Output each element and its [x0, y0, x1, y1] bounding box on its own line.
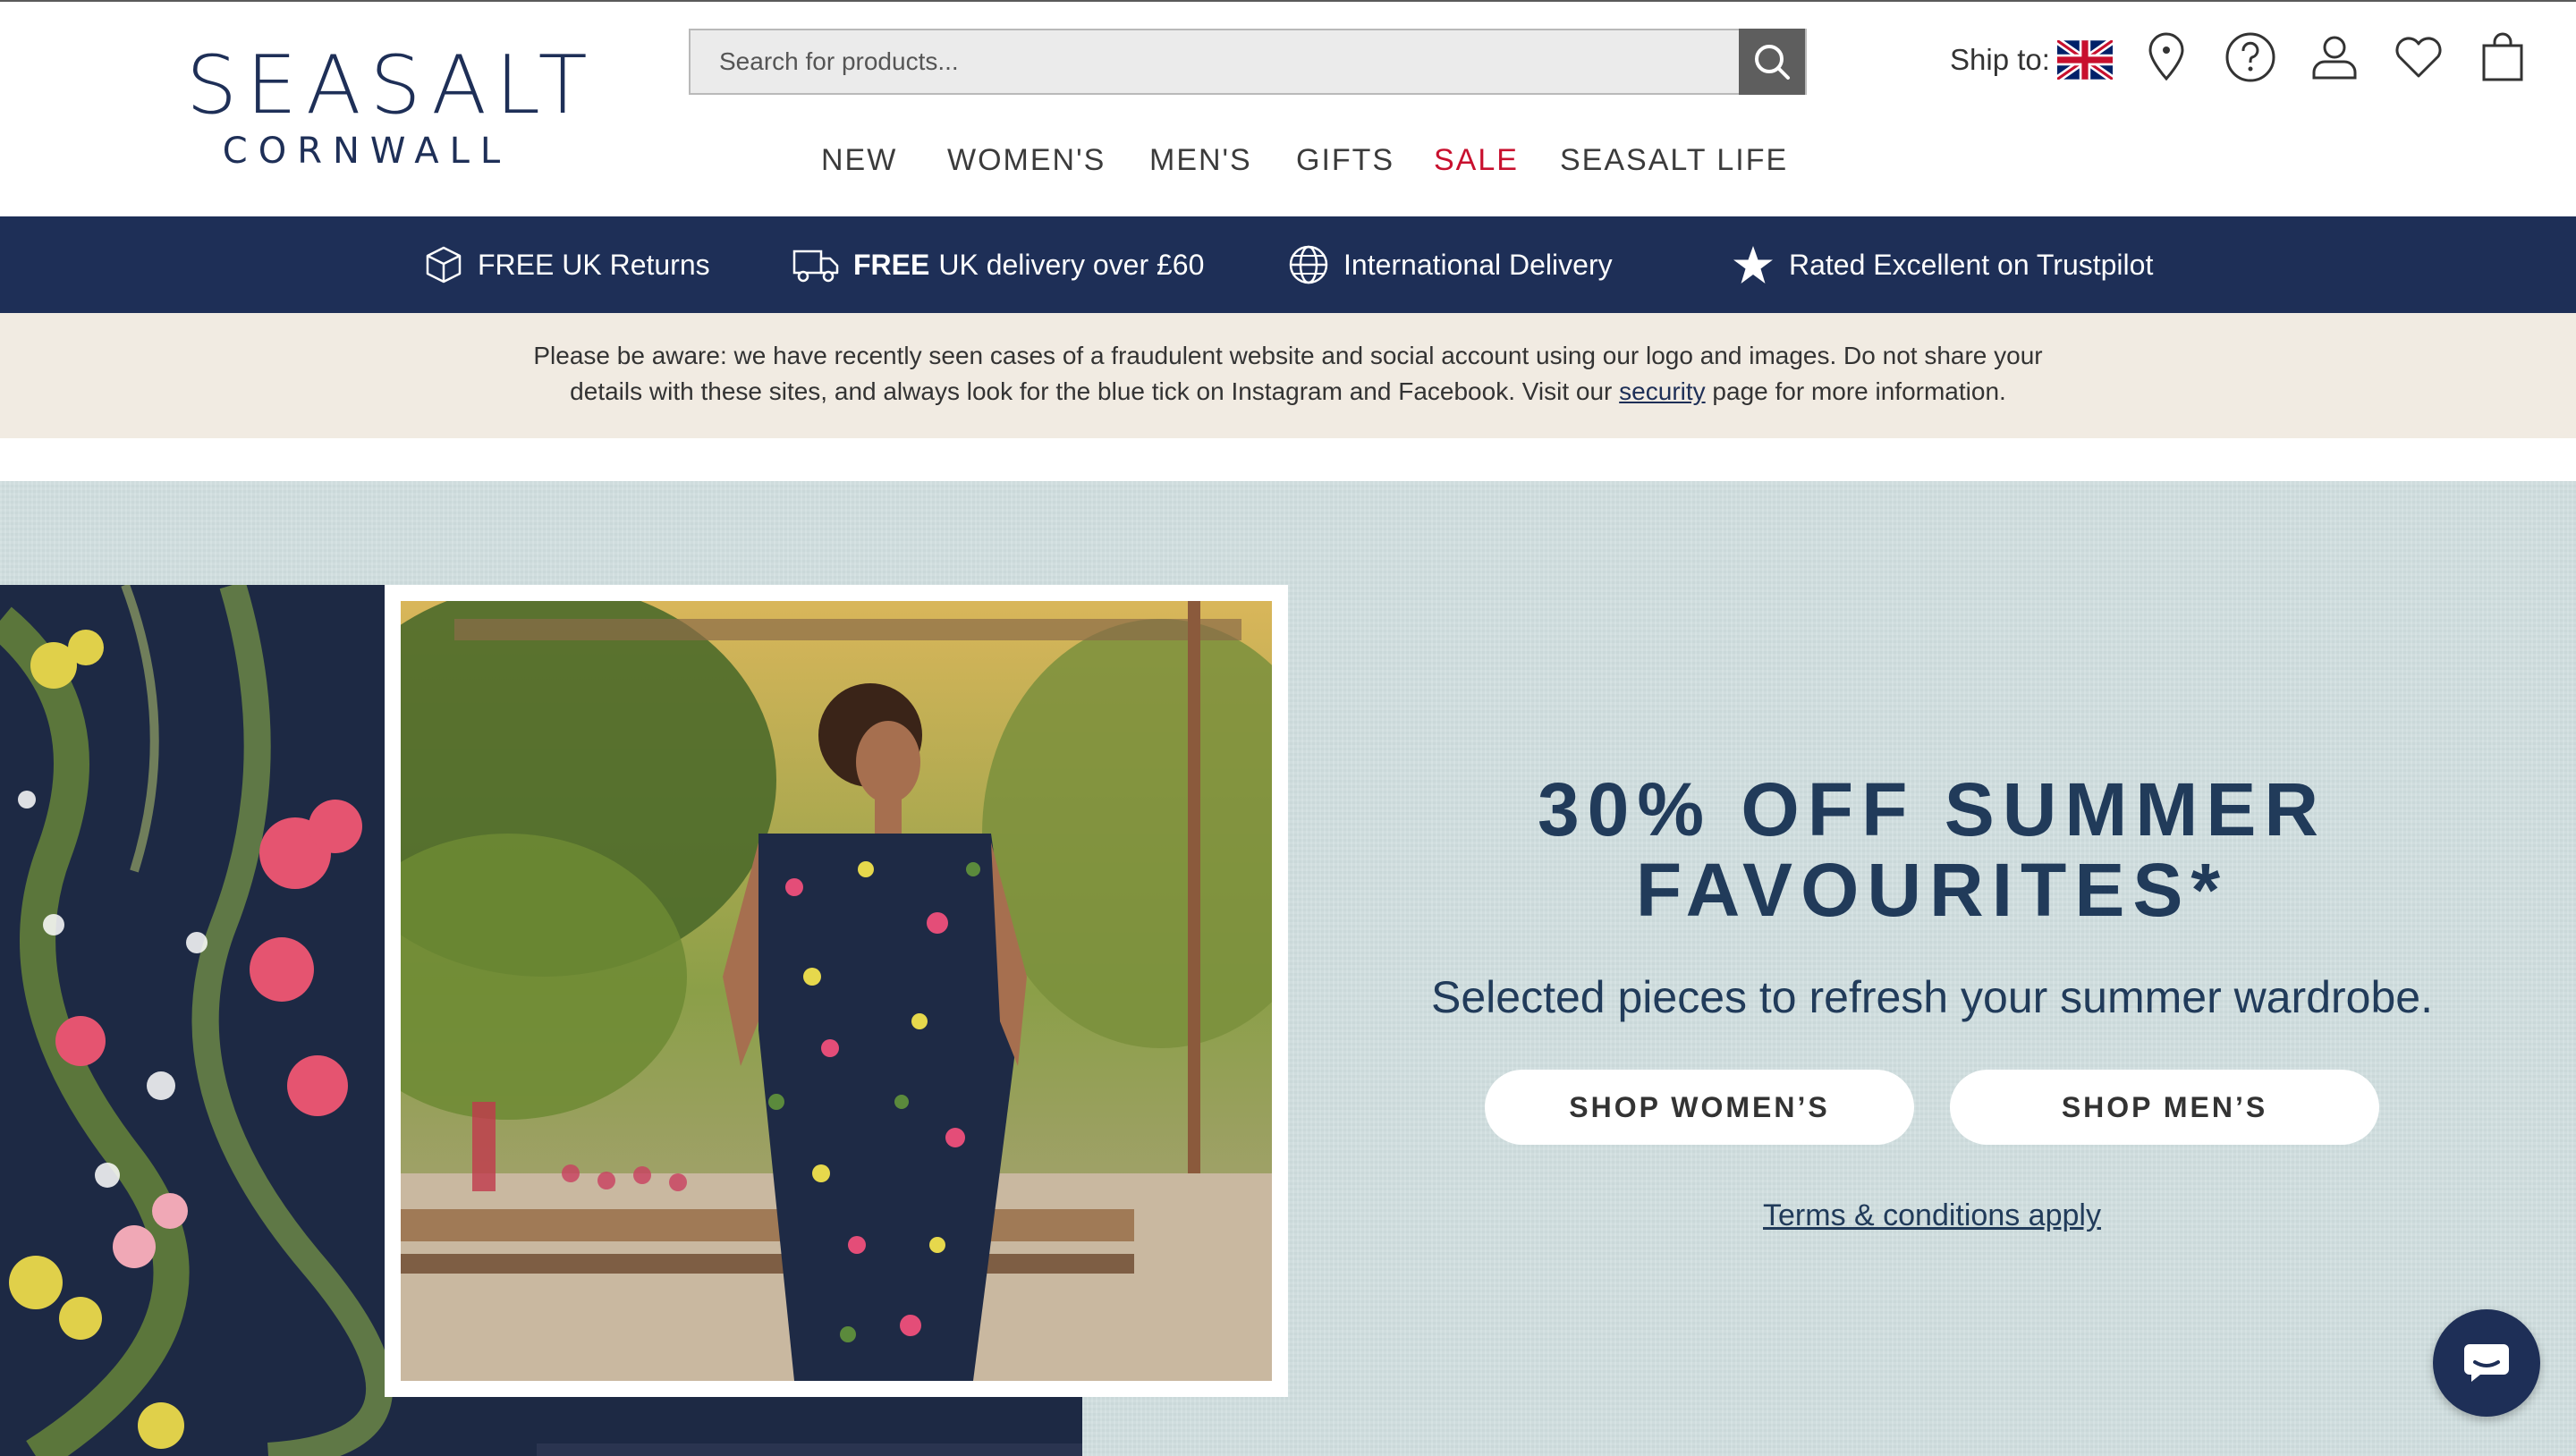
uk-flag-icon [2056, 40, 2113, 80]
wishlist-icon [2395, 37, 2442, 78]
nav-item-mens[interactable]: MEN'S [1149, 136, 1252, 184]
hero-subtitle: Selected pieces to refresh your summer w… [1431, 972, 2433, 1022]
ship-to-selector[interactable]: Ship to: [1950, 38, 2113, 82]
globe-icon [1289, 245, 1328, 284]
usp-bar: FREE UK Returns FREE UK delivery over £6… [0, 216, 2576, 313]
notice-line-2-after: page for more information. [1705, 377, 2006, 405]
nav-item-womens[interactable]: WOMEN'S [947, 136, 1106, 184]
chat-icon [2464, 1344, 2509, 1382]
chat-button[interactable] [2433, 1309, 2540, 1417]
usp-international-text: International Delivery [1343, 248, 1613, 281]
account-button[interactable] [2308, 30, 2361, 84]
truck-icon [792, 250, 839, 283]
nav-item-seasalt-life[interactable]: SEASALT LIFE [1560, 136, 1788, 184]
help-button[interactable] [2224, 30, 2277, 84]
site-header: SEASALT CORNWALL Ship to: [0, 2, 2576, 216]
usp-returns-text: FREE UK Returns [478, 248, 710, 281]
shop-mens-button[interactable]: SHOP MEN’S [1950, 1070, 2379, 1145]
logo-main-text: SEASALT [186, 38, 597, 132]
hero-title-line-1: 30% OFF SUMMER [1537, 767, 2327, 851]
notice-line-1: Please be aware: we have recently seen c… [533, 342, 2043, 369]
search-input[interactable] [691, 30, 1692, 93]
usp-trustpilot-text: Rated Excellent on Trustpilot [1789, 248, 2154, 281]
usp-returns[interactable]: FREE UK Returns [424, 216, 710, 313]
fraud-notice-banner: Please be aware: we have recently seen c… [0, 313, 2576, 438]
main-navigation: NEW WOMEN'S MEN'S GIFTS SALE SEASALT LIF… [0, 136, 2576, 184]
usp-international[interactable]: International Delivery [1288, 216, 1613, 313]
store-locator-icon [2148, 32, 2184, 81]
notice-line-2-before: details with these sites, and always loo… [570, 377, 1620, 405]
shop-womens-button[interactable]: SHOP WOMEN’S [1485, 1070, 1914, 1145]
hero-title-line-2: FAVOURITES* [1635, 848, 2229, 932]
usp-delivery-text: UK delivery over £60 [938, 248, 1205, 281]
wishlist-button[interactable] [2392, 30, 2445, 84]
store-locator-button[interactable] [2140, 30, 2193, 84]
nav-item-sale[interactable]: SALE [1434, 136, 1519, 184]
star-icon [1733, 246, 1773, 284]
help-icon [2225, 32, 2275, 82]
security-link[interactable]: security [1619, 377, 1705, 405]
nav-item-new[interactable]: NEW [821, 136, 897, 184]
terms-link[interactable]: Terms & conditions apply [1673, 1198, 2191, 1233]
search-bar [689, 29, 1807, 95]
bag-button[interactable] [2476, 30, 2529, 84]
notice-line-2: details with these sites, and always loo… [0, 374, 2576, 410]
nav-item-gifts[interactable]: GIFTS [1296, 136, 1394, 184]
usp-delivery-bold: FREE [853, 248, 930, 281]
model-photo[interactable] [401, 601, 1272, 1381]
usp-trustpilot[interactable]: Rated Excellent on Trustpilot [1732, 216, 2153, 313]
search-button[interactable] [1739, 29, 1805, 95]
usp-delivery[interactable]: FREE UK delivery over £60 [792, 216, 1204, 313]
ship-to-label: Ship to: [1950, 43, 2050, 76]
model-photo-illustration [401, 601, 1272, 1381]
box-icon [426, 246, 462, 284]
bag-icon [2482, 32, 2523, 81]
hero-title: 30% OFF SUMMER FAVOURITES* [1431, 769, 2433, 930]
hero-banner: 30% OFF SUMMER FAVOURITES* Selected piec… [0, 481, 2576, 1456]
page: SEASALT CORNWALL Ship to: [0, 0, 2576, 1456]
account-icon [2312, 36, 2357, 80]
search-icon [1755, 45, 1790, 80]
